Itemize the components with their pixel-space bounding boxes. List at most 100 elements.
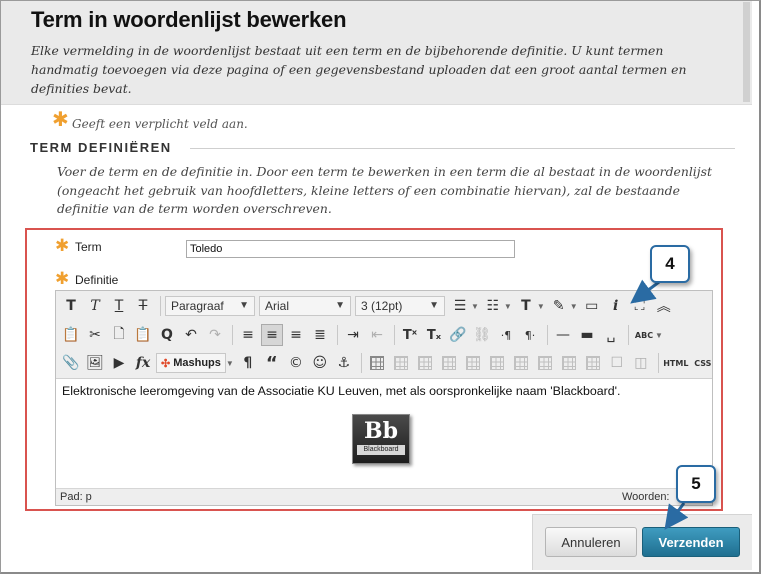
- toolbar-row-1: T T T T Paragraaf ▼ Arial ▼ 3 (12pt) ▼ ☰…: [60, 293, 677, 319]
- chevron-down-icon: ▼: [429, 300, 439, 311]
- bullet-list-icon[interactable]: ☰: [449, 295, 471, 317]
- insert-image-icon[interactable]: 🖼: [84, 352, 106, 374]
- thick-rule-icon[interactable]: ▬: [576, 324, 598, 346]
- scrollbar[interactable]: [743, 2, 750, 102]
- paragraph-select-value: Paragraaf: [171, 299, 224, 313]
- word-count: Woorden:: [622, 491, 670, 503]
- info-icon[interactable]: i: [605, 295, 627, 317]
- chevron-down-icon: ▼: [335, 300, 345, 311]
- editor-statusbar: Pad: p Woorden:: [56, 488, 712, 505]
- cell-props-icon[interactable]: [438, 352, 460, 374]
- cut-icon[interactable]: ✂: [84, 324, 106, 346]
- callout-4: 4: [650, 245, 690, 283]
- collapse-toolbar-icon[interactable]: ︽: [653, 295, 675, 317]
- font-select[interactable]: Arial ▼: [259, 296, 351, 316]
- mashups-label: Mashups: [173, 357, 221, 369]
- toolbar-separator: [628, 325, 629, 345]
- outdent-icon[interactable]: ⇤: [366, 324, 388, 346]
- definition-text[interactable]: Elektronische leeromgeving van de Associ…: [62, 384, 620, 398]
- insert-media-icon[interactable]: ▶: [108, 352, 130, 374]
- indent-icon[interactable]: ⇥: [342, 324, 364, 346]
- logo-mark: Bb: [364, 418, 398, 444]
- anchor-icon[interactable]: ⚓: [333, 352, 355, 374]
- attach-file-icon[interactable]: 📎: [60, 352, 82, 374]
- section-description: Voer de term en de definitie in. Door ee…: [57, 164, 712, 216]
- paste-text-icon[interactable]: 📋: [60, 324, 82, 346]
- required-asterisk-icon: ✱: [52, 107, 69, 131]
- pilcrow-icon[interactable]: ¶: [237, 352, 259, 374]
- align-left-icon[interactable]: ≡: [237, 324, 259, 346]
- subscript-icon[interactable]: Tₓ: [423, 324, 445, 346]
- size-select-value: 3 (12pt): [361, 299, 403, 313]
- callout-5: 5: [676, 465, 716, 503]
- term-input[interactable]: [186, 240, 515, 258]
- ltr-icon[interactable]: ·¶: [495, 324, 517, 346]
- math-fx-icon[interactable]: fx: [132, 352, 154, 374]
- numbered-list-icon[interactable]: ☷: [482, 295, 504, 317]
- row-props-icon[interactable]: [414, 352, 436, 374]
- delete-row-icon[interactable]: [510, 352, 532, 374]
- chevron-down-icon[interactable]: ▼: [471, 302, 479, 311]
- toolbar-row-3: 📎 🖼 ▶ fx ✣ Mashups ▼ ¶ “ © ☺ ⚓ ☐ ◫ HTML …: [60, 350, 717, 376]
- paste-icon[interactable]: 📋: [132, 324, 154, 346]
- text-format-icon[interactable]: T: [515, 295, 537, 317]
- insert-col-before-icon[interactable]: [534, 352, 556, 374]
- blockquote-icon[interactable]: “: [261, 352, 283, 374]
- term-label: Term: [75, 240, 102, 254]
- delete-col-icon[interactable]: [582, 352, 604, 374]
- page-header: Term in woordenlijst bewerken Elke verme…: [1, 1, 752, 105]
- align-right-icon[interactable]: ≡: [285, 324, 307, 346]
- chevron-down-icon: ▼: [239, 300, 249, 311]
- align-center-icon[interactable]: ≡: [261, 324, 283, 346]
- definition-editor[interactable]: T T T T Paragraaf ▼ Arial ▼ 3 (12pt) ▼ ☰…: [55, 290, 713, 506]
- split-cells-icon[interactable]: ☐: [606, 352, 628, 374]
- insert-row-after-icon[interactable]: [486, 352, 508, 374]
- toolbar-separator: [232, 325, 233, 345]
- required-note: Geeft een verplicht veld aan.: [72, 117, 248, 131]
- nonbreaking-space-icon[interactable]: ␣: [600, 324, 622, 346]
- copy-icon[interactable]: 🗋: [108, 324, 130, 346]
- editor-content[interactable]: Elektronische leeromgeving van de Associ…: [56, 380, 712, 488]
- superscript-icon[interactable]: Tˣ: [399, 324, 421, 346]
- insert-col-after-icon[interactable]: [558, 352, 580, 374]
- undo-icon[interactable]: ↶: [180, 324, 202, 346]
- chevron-down-icon[interactable]: ▼: [226, 359, 234, 368]
- spellcheck-icon[interactable]: ABC: [633, 324, 655, 346]
- paragraph-select[interactable]: Paragraaf ▼: [165, 296, 255, 316]
- bold-button[interactable]: T: [60, 295, 82, 317]
- blackboard-logo-image[interactable]: Bb Blackboard: [352, 414, 410, 464]
- toolbar-separator: [547, 325, 548, 345]
- table-props-icon[interactable]: [390, 352, 412, 374]
- logo-text: Blackboard: [357, 445, 405, 455]
- copyright-icon[interactable]: ©: [285, 352, 307, 374]
- size-select[interactable]: 3 (12pt) ▼: [355, 296, 445, 316]
- highlight-pen-icon[interactable]: ✎: [548, 295, 570, 317]
- html-source-button[interactable]: HTML: [663, 352, 689, 374]
- chevron-down-icon[interactable]: ▼: [504, 302, 512, 311]
- css-button[interactable]: CSS: [691, 352, 715, 374]
- horizontal-rule-icon[interactable]: —: [552, 324, 574, 346]
- align-justify-icon[interactable]: ≣: [309, 324, 331, 346]
- insert-row-before-icon[interactable]: [462, 352, 484, 374]
- unlink-icon[interactable]: ⛓: [471, 324, 493, 346]
- mashups-button[interactable]: ✣ Mashups: [156, 353, 226, 373]
- underline-button[interactable]: T: [108, 295, 130, 317]
- strikethrough-button[interactable]: T: [132, 295, 154, 317]
- toolbar-row-2: 📋 ✂ 🗋 📋 Q ↶ ↷ ≡ ≡ ≡ ≣ ⇥ ⇤ Tˣ Tₓ 🔗 ⛓ ·¶ ¶…: [60, 322, 666, 348]
- preview-monitor-icon[interactable]: ▭: [581, 295, 603, 317]
- find-icon[interactable]: Q: [156, 324, 178, 346]
- chevron-down-icon[interactable]: ▼: [655, 331, 663, 340]
- submit-button[interactable]: Verzenden: [642, 527, 740, 557]
- italic-button[interactable]: T: [84, 295, 106, 317]
- section-divider: [190, 148, 735, 149]
- chevron-down-icon[interactable]: ▼: [537, 302, 545, 311]
- redo-icon[interactable]: ↷: [204, 324, 226, 346]
- cancel-button[interactable]: Annuleren: [545, 527, 637, 557]
- merge-cells-icon[interactable]: ◫: [630, 352, 652, 374]
- rtl-icon[interactable]: ¶·: [519, 324, 541, 346]
- emoticon-icon[interactable]: ☺: [309, 352, 331, 374]
- link-icon[interactable]: 🔗: [447, 324, 469, 346]
- chevron-down-icon[interactable]: ▼: [570, 302, 578, 311]
- fullscreen-icon[interactable]: ⛶: [629, 295, 651, 317]
- insert-table-icon[interactable]: [366, 352, 388, 374]
